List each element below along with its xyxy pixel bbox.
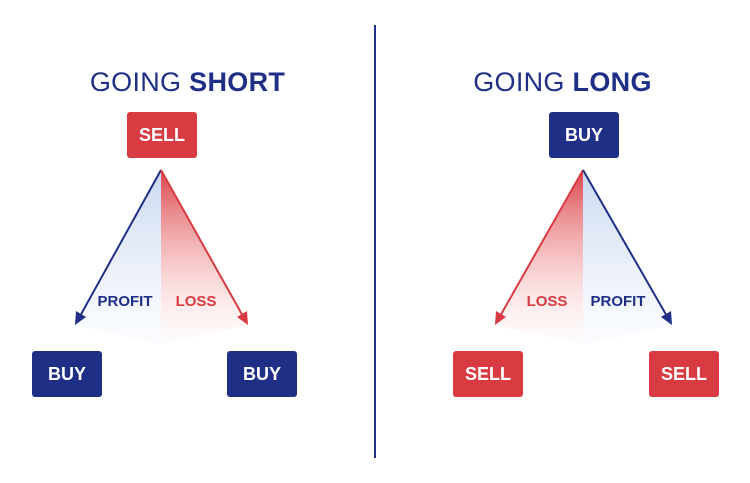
long-sell-box-right: SELL (649, 351, 719, 397)
short-profit-label: PROFIT (98, 293, 153, 310)
long-profit-label: PROFIT (591, 293, 646, 310)
long-loss-label: LOSS (527, 293, 568, 310)
going-short-panel: GOING SHORT PROFIT LOSS SELL BUY BUY (0, 0, 375, 483)
short-sell-box: SELL (127, 112, 197, 158)
long-diagram: LOSS PROFIT (495, 169, 672, 345)
long-sell-box-left: SELL (453, 351, 523, 397)
long-loss-area (495, 170, 583, 345)
short-loss-area (161, 170, 248, 345)
short-diagram: PROFIT LOSS (75, 169, 248, 345)
long-profit-area (583, 170, 672, 345)
short-profit-area (78, 170, 161, 345)
short-buy-box-left: BUY (32, 351, 102, 397)
short-buy-box-right: BUY (227, 351, 297, 397)
going-long-panel: GOING LONG LOSS PROFIT BUY SELL SELL (375, 0, 750, 483)
short-loss-label: LOSS (176, 293, 217, 310)
long-buy-box: BUY (549, 112, 619, 158)
